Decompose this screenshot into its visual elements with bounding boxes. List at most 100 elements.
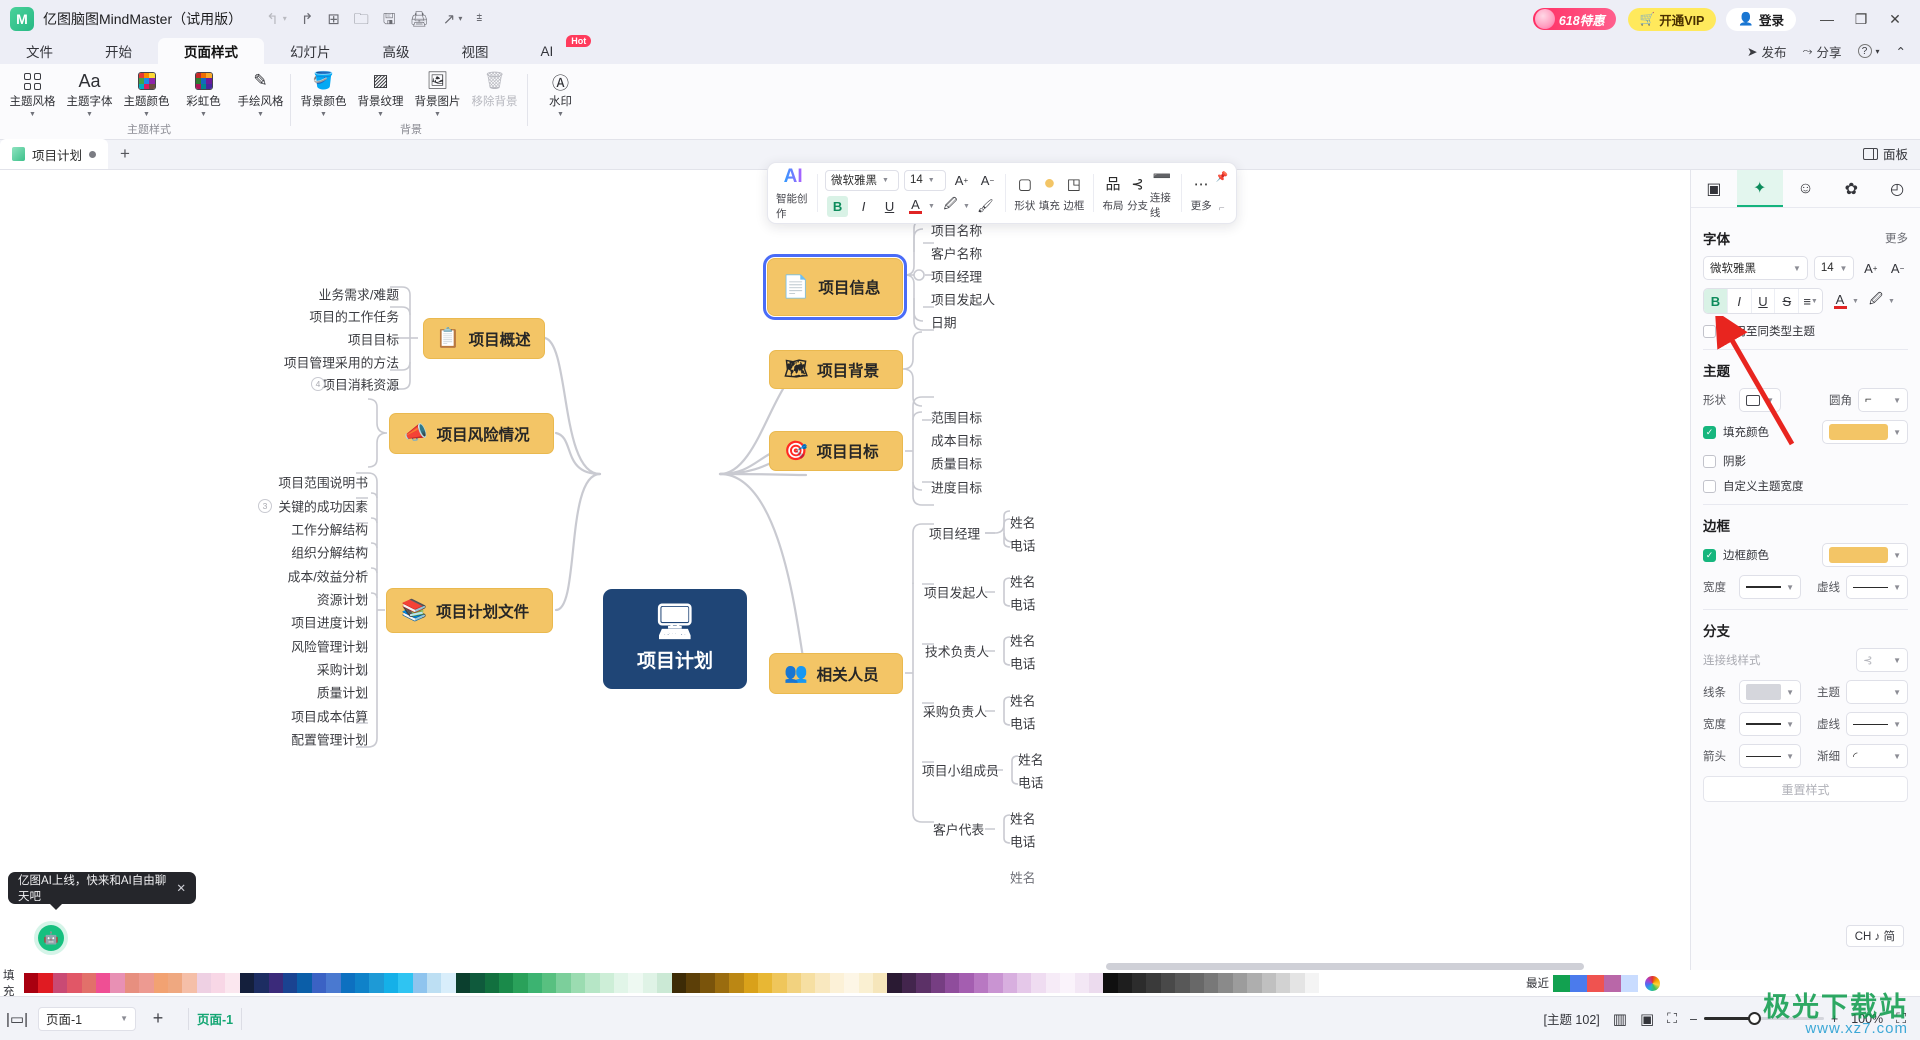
ai-create-button[interactable]: AI 智能创作 xyxy=(776,163,810,223)
ime-indicator[interactable]: CH ♪ 简 xyxy=(1845,925,1904,947)
panel-font-family-select[interactable]: 微软雅黑 ▼ xyxy=(1703,256,1808,280)
shadow-checkbox[interactable] xyxy=(1703,454,1716,468)
palette-swatch[interactable] xyxy=(671,973,686,993)
palette-swatch[interactable] xyxy=(52,973,68,993)
ribbon-watermark-button[interactable]: Ⓐ 水印 ▼ xyxy=(532,64,589,124)
palette-swatch[interactable] xyxy=(642,973,658,993)
leaf-person-procurement-lead[interactable]: 采购负责人 xyxy=(923,702,987,721)
palette-swatch[interactable] xyxy=(38,973,53,993)
italic-button[interactable]: I xyxy=(853,196,874,217)
recent-swatch[interactable] xyxy=(1587,974,1604,992)
palette-swatch[interactable] xyxy=(1060,973,1075,993)
reset-style-button[interactable]: 重置样式 xyxy=(1703,776,1908,802)
shape-select[interactable]: ▼ xyxy=(1739,388,1781,412)
close-icon[interactable]: ✕ xyxy=(176,881,186,895)
palette-swatch[interactable] xyxy=(844,973,859,993)
topic-project-goal[interactable]: 🎯 项目目标 xyxy=(769,431,903,471)
topic-project-info[interactable]: 📄 项目信息 xyxy=(763,254,907,320)
recent-swatch[interactable] xyxy=(1570,974,1587,992)
ribbon-bg-color-button[interactable]: 🪣 背景颜色 ▼ xyxy=(295,64,352,124)
corner-select[interactable]: ⌐ ▼ xyxy=(1858,388,1908,412)
palette-swatch[interactable] xyxy=(95,973,111,993)
leaf-wbs[interactable]: 工作分解结构 xyxy=(291,520,368,539)
page-select[interactable]: 页面-1 ▼ xyxy=(38,1006,136,1031)
zoom-slider-handle[interactable] xyxy=(1747,1012,1761,1025)
highlight-button[interactable]: 🖉 xyxy=(940,196,961,217)
leaf-schedule-plan[interactable]: 项目进度计划 xyxy=(291,613,368,632)
palette-swatch[interactable] xyxy=(139,973,154,993)
panel-tab-ai-sparkle[interactable]: ✦ xyxy=(1736,170,1783,207)
ribbon-theme-style-button[interactable]: 主题风格 ▼ xyxy=(4,64,61,124)
tab-advanced[interactable]: 高级 xyxy=(357,38,436,64)
palette-swatch[interactable] xyxy=(1146,973,1161,993)
palette-swatch[interactable] xyxy=(700,973,715,993)
leaf-cost-benefit[interactable]: 成本/效益分析 xyxy=(288,567,368,586)
border-button[interactable]: ◳ 边框 xyxy=(1062,174,1087,213)
resize-handle-icon[interactable]: ⌐ xyxy=(1219,203,1225,214)
open-folder-icon[interactable]: 🗀 xyxy=(354,12,369,27)
palette-swatch[interactable] xyxy=(916,973,931,993)
palette-swatch[interactable] xyxy=(1088,973,1104,993)
leaf-name[interactable]: 姓名 xyxy=(1010,631,1036,650)
palette-swatch[interactable] xyxy=(426,973,442,993)
promo-badge-618[interactable]: 618特惠 xyxy=(1532,8,1616,30)
panel-strikethrough-button[interactable]: S xyxy=(1775,289,1800,313)
panel-decrease-font-button[interactable]: A − xyxy=(1887,257,1908,279)
palette-swatch[interactable] xyxy=(1002,973,1017,993)
palette-swatch[interactable] xyxy=(801,973,816,993)
palette-swatch[interactable] xyxy=(1074,973,1089,993)
leaf-phone[interactable]: 电话 xyxy=(1010,832,1036,851)
palette-swatch[interactable] xyxy=(354,973,370,993)
palette-swatch[interactable] xyxy=(988,973,1003,993)
tab-page-style[interactable]: 页面样式 xyxy=(158,38,264,64)
split-view-icon[interactable]: ▥ xyxy=(1613,1010,1627,1028)
palette-swatch[interactable] xyxy=(959,973,974,993)
palette-swatch[interactable] xyxy=(254,973,269,993)
page-view-icon[interactable]: |▭| xyxy=(0,1010,34,1028)
palette-swatch[interactable] xyxy=(1132,973,1147,993)
palette-swatch[interactable] xyxy=(614,973,629,993)
leaf-scope-goal[interactable]: 范围目标 xyxy=(931,408,982,427)
palette-swatch[interactable] xyxy=(283,973,298,993)
leaf-scope-statement[interactable]: 项目范围说明书 xyxy=(278,473,368,492)
palette-swatch[interactable] xyxy=(1189,973,1205,993)
redo-icon[interactable]: ↱ xyxy=(301,12,314,27)
ribbon-bg-texture-button[interactable]: ▨ 背景纹理 ▼ xyxy=(352,64,409,124)
leaf-quality-goal[interactable]: 质量目标 xyxy=(931,454,982,473)
leaf-cost-estimate[interactable]: 项目成本估算 xyxy=(291,707,368,726)
palette-swatch[interactable] xyxy=(1218,973,1233,993)
palette-swatch[interactable] xyxy=(196,973,212,993)
palette-swatch[interactable] xyxy=(484,973,499,993)
leaf-person-project-manager[interactable]: 项目经理 xyxy=(929,524,980,543)
leaf-obs[interactable]: 组织分解结构 xyxy=(291,543,368,562)
palette-swatch[interactable] xyxy=(326,973,341,993)
leaf-risk-plan[interactable]: 风险管理计划 xyxy=(291,637,368,656)
leaf-person-client-rep[interactable]: 客户代表 xyxy=(933,820,984,839)
taper-select[interactable]: ◜ ▼ xyxy=(1846,744,1908,768)
palette-swatch[interactable] xyxy=(901,973,917,993)
recent-swatch[interactable] xyxy=(1604,974,1621,992)
maximize-button[interactable]: ❐ xyxy=(1846,6,1876,32)
palette-swatch[interactable] xyxy=(945,973,960,993)
layout-button[interactable]: 品 布局 xyxy=(1101,174,1126,213)
palette-swatch[interactable] xyxy=(1304,973,1320,993)
leaf-client-name[interactable]: 客户名称 xyxy=(931,244,982,263)
leaf-project-manager[interactable]: 项目经理 xyxy=(931,267,982,286)
canvas-horizontal-scrollbar[interactable] xyxy=(1106,963,1584,970)
palette-swatch[interactable] xyxy=(556,973,571,993)
export-dropdown-icon[interactable]: ▾ xyxy=(458,15,462,23)
leaf-name[interactable]: 姓名 xyxy=(1018,750,1044,769)
ribbon-hand-drawn-button[interactable]: ✎ 手绘风格 ▼ xyxy=(232,64,289,124)
chevron-down-icon[interactable]: ▼ xyxy=(928,203,935,210)
palette-swatch[interactable] xyxy=(570,973,586,993)
palette-swatch[interactable] xyxy=(225,973,240,993)
leaf-business-need[interactable]: 业务需求/难题 xyxy=(319,285,399,304)
leaf-person-tech-lead[interactable]: 技术负责人 xyxy=(925,642,989,661)
panel-toggle-button[interactable]: 面板 xyxy=(1862,144,1908,163)
border-color-select[interactable]: ▼ xyxy=(1822,543,1908,567)
palette-swatch[interactable] xyxy=(239,973,255,993)
branch-width-select[interactable]: ▼ xyxy=(1739,712,1801,736)
ribbon-remove-bg-button[interactable]: 🗑 移除背景 xyxy=(466,64,523,124)
leaf-name[interactable]: 姓名 xyxy=(1010,572,1036,591)
palette-swatch[interactable] xyxy=(585,973,600,993)
